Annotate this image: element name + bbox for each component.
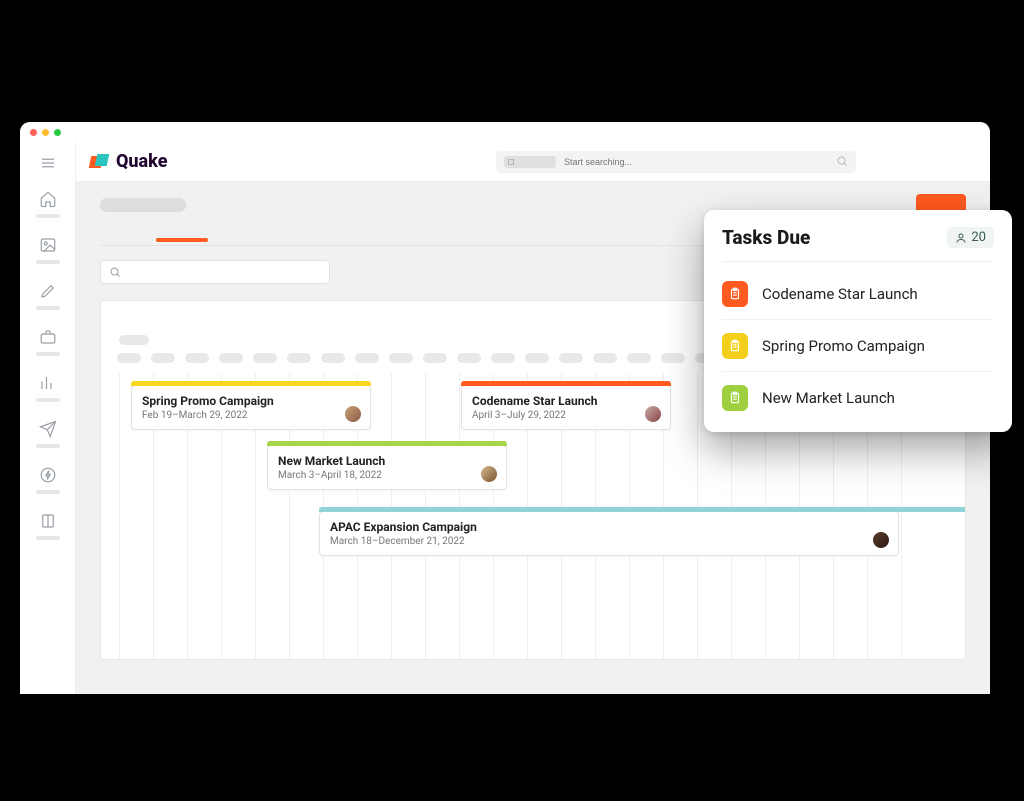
- day-skeleton: [593, 353, 617, 363]
- task-title: Spring Promo Campaign: [142, 394, 360, 408]
- day-skeleton: [287, 353, 311, 363]
- pencil-icon[interactable]: [39, 282, 57, 300]
- panel-list: Codename Star Launch Spring Promo Campaig…: [722, 262, 994, 424]
- menu-icon[interactable]: [39, 154, 57, 172]
- sidebar-skeleton: [36, 352, 60, 356]
- clipboard-icon: [722, 385, 748, 411]
- task-title: New Market Launch: [278, 454, 496, 468]
- people-count-badge[interactable]: 20: [947, 227, 994, 248]
- day-skeleton: [491, 353, 515, 363]
- day-skeleton: [559, 353, 583, 363]
- book-icon[interactable]: [39, 512, 57, 530]
- tasks-due-item[interactable]: Spring Promo Campaign: [722, 320, 994, 372]
- day-skeleton: [389, 353, 413, 363]
- app-name: Quake: [116, 151, 167, 172]
- day-skeleton: [661, 353, 685, 363]
- day-skeleton: [117, 353, 141, 363]
- window-zoom-icon[interactable]: [54, 129, 61, 136]
- search-bar[interactable]: [496, 151, 856, 173]
- tab-active-indicator[interactable]: [156, 238, 208, 242]
- assignee-avatar[interactable]: [644, 405, 662, 423]
- search-filter-chip[interactable]: [504, 156, 556, 168]
- task-due-label: New Market Launch: [762, 389, 895, 407]
- tasks-due-item[interactable]: New Market Launch: [722, 372, 994, 424]
- app-logo[interactable]: Quake: [90, 151, 167, 172]
- timeline-task[interactable]: APAC Expansion Campaign March 18–December…: [319, 511, 899, 556]
- sidebar-skeleton: [36, 214, 60, 218]
- day-skeleton: [151, 353, 175, 363]
- task-dates: Feb 19–March 29, 2022: [142, 410, 360, 421]
- task-due-label: Codename Star Launch: [762, 285, 918, 303]
- timeline-task[interactable]: New Market Launch March 3–April 18, 2022: [267, 445, 507, 490]
- briefcase-icon[interactable]: [39, 328, 57, 346]
- send-icon[interactable]: [39, 420, 57, 438]
- task-title: APAC Expansion Campaign: [330, 520, 888, 534]
- sidebar-skeleton: [36, 306, 60, 310]
- image-icon[interactable]: [39, 236, 57, 254]
- sidebar-skeleton: [36, 398, 60, 402]
- panel-title: Tasks Due: [722, 226, 810, 249]
- header-bar: Quake: [76, 142, 990, 182]
- home-icon[interactable]: [39, 190, 57, 208]
- task-dates: April 3–July 29, 2022: [472, 410, 660, 421]
- day-skeleton: [525, 353, 549, 363]
- bolt-icon[interactable]: [39, 466, 57, 484]
- day-skeleton: [355, 353, 379, 363]
- window-close-icon[interactable]: [30, 129, 37, 136]
- day-skeleton: [423, 353, 447, 363]
- page-title-skeleton: [100, 198, 186, 212]
- window-titlebar: [20, 122, 990, 142]
- clipboard-icon: [722, 281, 748, 307]
- chart-icon[interactable]: [39, 374, 57, 392]
- task-due-label: Spring Promo Campaign: [762, 337, 925, 355]
- sidebar-rail: [20, 142, 76, 694]
- people-count: 20: [971, 230, 986, 245]
- sidebar-skeleton: [36, 444, 60, 448]
- sidebar-skeleton: [36, 536, 60, 540]
- day-skeleton: [321, 353, 345, 363]
- timeline-task[interactable]: Codename Star Launch April 3–July 29, 202…: [461, 385, 671, 430]
- window-minimize-icon[interactable]: [42, 129, 49, 136]
- assignee-avatar[interactable]: [872, 531, 890, 549]
- clipboard-icon: [722, 333, 748, 359]
- day-skeleton: [627, 353, 651, 363]
- sidebar-skeleton: [36, 490, 60, 494]
- task-dates: March 18–December 21, 2022: [330, 536, 888, 547]
- day-skeleton: [219, 353, 243, 363]
- assignee-avatar[interactable]: [344, 405, 362, 423]
- task-dates: March 3–April 18, 2022: [278, 470, 496, 481]
- tasks-due-panel[interactable]: Tasks Due 20 Codename Star Launch Spring …: [704, 210, 1012, 432]
- filter-input[interactable]: [100, 260, 330, 284]
- day-skeleton: [457, 353, 481, 363]
- search-input[interactable]: [564, 157, 828, 167]
- tasks-due-item[interactable]: Codename Star Launch: [722, 268, 994, 320]
- timeline-task[interactable]: Spring Promo Campaign Feb 19–March 29, 20…: [131, 385, 371, 430]
- day-skeleton: [253, 353, 277, 363]
- assignee-avatar[interactable]: [480, 465, 498, 483]
- day-skeleton: [185, 353, 209, 363]
- month-label-skeleton: [119, 335, 149, 345]
- logo-mark-icon: [90, 154, 110, 170]
- panel-header: Tasks Due 20: [722, 226, 994, 262]
- sidebar-skeleton: [36, 260, 60, 264]
- search-icon[interactable]: [836, 152, 848, 171]
- task-title: Codename Star Launch: [472, 394, 660, 408]
